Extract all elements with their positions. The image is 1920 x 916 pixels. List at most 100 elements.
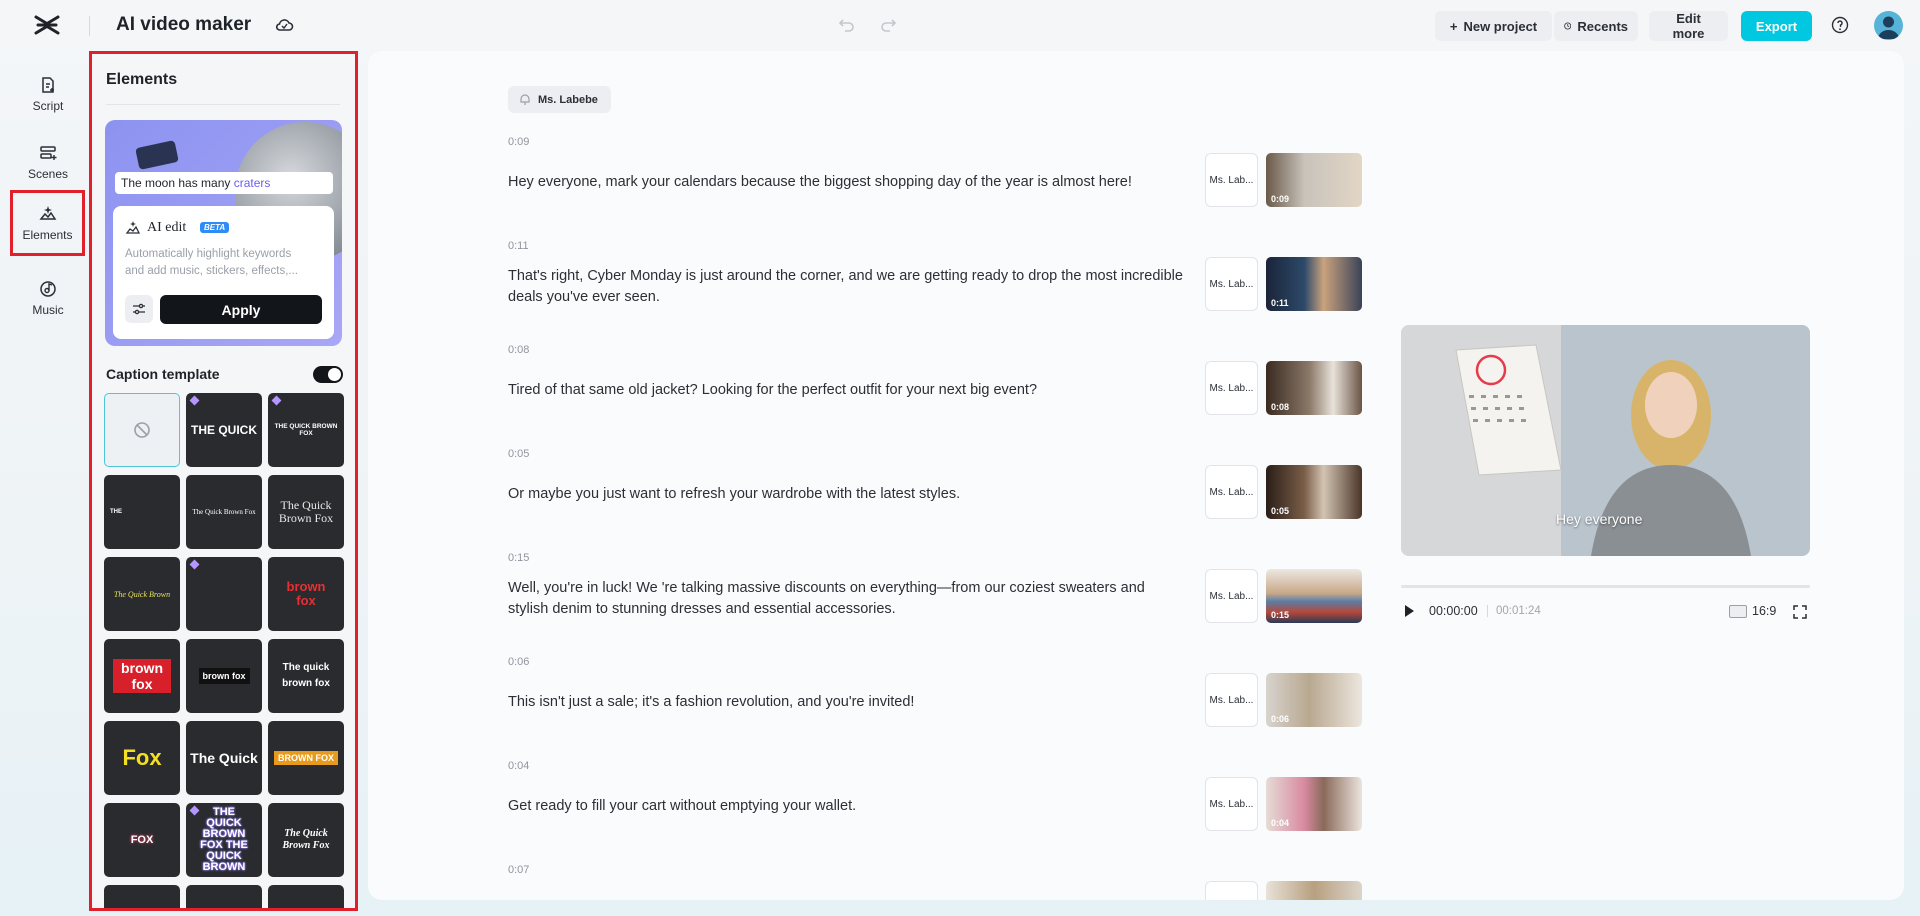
scene-row[interactable]: 0:06 This isn't just a sale; it's a fash… [508, 656, 1468, 727]
time-divider [1487, 605, 1488, 617]
playback-progress-bar[interactable] [1401, 585, 1810, 588]
scene-thumbnail[interactable]: 0:15 [1266, 569, 1362, 623]
template-tile[interactable] [186, 557, 262, 631]
template-tile[interactable]: brown fox [186, 639, 262, 713]
voice-selector[interactable]: Ms. Lab... [1205, 153, 1258, 207]
capcut-logo-icon[interactable] [34, 14, 60, 36]
template-tile[interactable] [186, 885, 262, 908]
play-icon[interactable] [1402, 603, 1416, 619]
user-avatar-icon [1878, 16, 1899, 39]
speaker-chip[interactable]: Ms. Labebe [508, 86, 611, 113]
caption-template-toggle[interactable] [313, 366, 343, 383]
astronaut-illustration [135, 140, 179, 170]
scene-thumbnail[interactable]: 0:09 [1266, 153, 1362, 207]
video-preview[interactable]: Hey everyone [1401, 325, 1810, 556]
no-template-icon [134, 422, 150, 438]
help-icon[interactable] [1831, 16, 1849, 34]
scene-row[interactable]: 0:09 Hey everyone, mark your calendars b… [508, 136, 1468, 207]
nav-item-scenes[interactable]: Scenes [12, 132, 84, 192]
template-tile[interactable]: The quick brown fox [268, 639, 344, 713]
voice-selector[interactable]: Ms. Lab... [1205, 777, 1258, 831]
scene-text[interactable]: Hey everyone, mark your calendars becaus… [508, 172, 1188, 193]
template-tile[interactable]: THE QUICK BROWN FOX [268, 393, 344, 467]
scene-duration: 0:08 [508, 344, 530, 356]
recents-button[interactable]: Recents [1554, 11, 1638, 41]
scene-thumbnail[interactable]: 0:11 [1266, 257, 1362, 311]
scene-duration: 0:07 [508, 864, 530, 876]
template-tile[interactable]: The Quick Brown [104, 557, 180, 631]
nav-item-music[interactable]: Music [12, 268, 84, 328]
scene-text[interactable]: This isn't just a sale; it's a fashion r… [508, 692, 1188, 713]
template-tile[interactable]: brown fox [104, 639, 180, 713]
caption-template-label: Caption template [106, 366, 220, 382]
scene-row[interactable]: 0:15 Well, you're in luck! We 're talkin… [508, 552, 1468, 623]
edit-more-button[interactable]: Edit more [1649, 11, 1728, 41]
aspect-ratio-icon[interactable] [1729, 605, 1747, 618]
template-tile[interactable]: brown fox [268, 557, 344, 631]
beta-badge: BETA [200, 222, 230, 233]
ai-edit-description: Automatically highlight keywords and add… [125, 248, 298, 277]
cloud-sync-icon[interactable] [274, 15, 294, 35]
template-tile[interactable]: FOX [104, 803, 180, 877]
ai-edit-icon [125, 221, 141, 234]
new-project-button[interactable]: + New project [1435, 11, 1552, 41]
plus-icon: + [1449, 18, 1458, 34]
scene-row[interactable]: 0:07 [508, 864, 1468, 900]
current-time: 00:00:00 [1429, 604, 1478, 618]
undo-icon[interactable] [837, 15, 857, 35]
scene-thumbnail[interactable]: 0:05 [1266, 465, 1362, 519]
template-tile[interactable]: The Quick Brown Fox [186, 475, 262, 549]
export-button[interactable]: Export [1741, 11, 1812, 41]
template-tile[interactable]: Fox [104, 721, 180, 795]
voice-avatar-icon [520, 93, 530, 105]
template-tile[interactable]: The Quick Brown Fox [268, 803, 344, 877]
template-tile[interactable]: THE QUICK BROWN FOX THE QUICK BROWN [186, 803, 262, 877]
template-tile[interactable]: The Quick Brown Fox [268, 475, 344, 549]
voice-selector[interactable]: Ms. Lab... [1205, 465, 1258, 519]
caption-template-grid: THE QUICK THE QUICK BROWN FOX THE The Qu… [104, 393, 344, 908]
apply-button[interactable]: Apply [160, 295, 322, 324]
sliders-icon [133, 303, 145, 315]
redo-icon[interactable] [878, 15, 898, 35]
scene-duration: 0:11 [508, 240, 529, 252]
scene-thumbnail[interactable] [1266, 881, 1362, 900]
scene-text[interactable]: Well, you're in luck! We 're talking mas… [508, 578, 1188, 620]
scene-thumbnail[interactable]: 0:04 [1266, 777, 1362, 831]
panel-divider [106, 104, 340, 105]
template-tile[interactable]: BROWN FOX [268, 721, 344, 795]
scene-thumbnail[interactable]: 0:06 [1266, 673, 1362, 727]
ai-settings-button[interactable] [125, 295, 153, 323]
scene-text[interactable]: Get ready to fill your cart without empt… [508, 796, 1188, 817]
scene-duration: 0:09 [508, 136, 530, 148]
voice-selector[interactable]: Ms. Lab... [1205, 673, 1258, 727]
template-none[interactable] [104, 393, 180, 467]
scene-thumbnail[interactable]: 0:08 [1266, 361, 1362, 415]
nav-item-elements[interactable]: Elements [10, 190, 85, 256]
script-icon [42, 77, 54, 93]
aspect-ratio-label[interactable]: 16:9 [1752, 604, 1776, 618]
scene-row[interactable]: 0:08 Tired of that same old jacket? Look… [508, 344, 1468, 415]
voice-selector[interactable]: Ms. Lab... [1205, 361, 1258, 415]
clock-icon [1564, 22, 1572, 30]
voice-selector[interactable]: Ms. Lab... [1205, 569, 1258, 623]
scene-row[interactable]: 0:11 That's right, Cyber Monday is just … [508, 240, 1468, 311]
voice-selector[interactable] [1205, 881, 1258, 900]
scene-text[interactable]: Tired of that same old jacket? Looking f… [508, 380, 1188, 401]
template-tile[interactable]: The Quick [186, 721, 262, 795]
nav-item-script[interactable]: Script [12, 64, 84, 124]
scene-text[interactable]: Or maybe you just want to refresh your w… [508, 484, 1188, 505]
fullscreen-icon[interactable] [1792, 604, 1808, 620]
scene-row[interactable]: 0:05 Or maybe you just want to refresh y… [508, 448, 1468, 519]
app-title: AI video maker [116, 14, 252, 35]
template-tile[interactable]: THE [104, 475, 180, 549]
template-tile[interactable]: THE QUICK [186, 393, 262, 467]
user-avatar[interactable] [1874, 11, 1903, 40]
template-tile[interactable] [268, 885, 344, 908]
scene-text[interactable]: That's right, Cyber Monday is just aroun… [508, 266, 1188, 308]
header-divider [89, 16, 90, 36]
scene-row[interactable]: 0:04 Get ready to fill your cart without… [508, 760, 1468, 831]
template-tile[interactable] [104, 885, 180, 908]
elements-icon [38, 206, 56, 220]
voice-selector[interactable]: Ms. Lab... [1205, 257, 1258, 311]
music-icon [40, 281, 56, 297]
